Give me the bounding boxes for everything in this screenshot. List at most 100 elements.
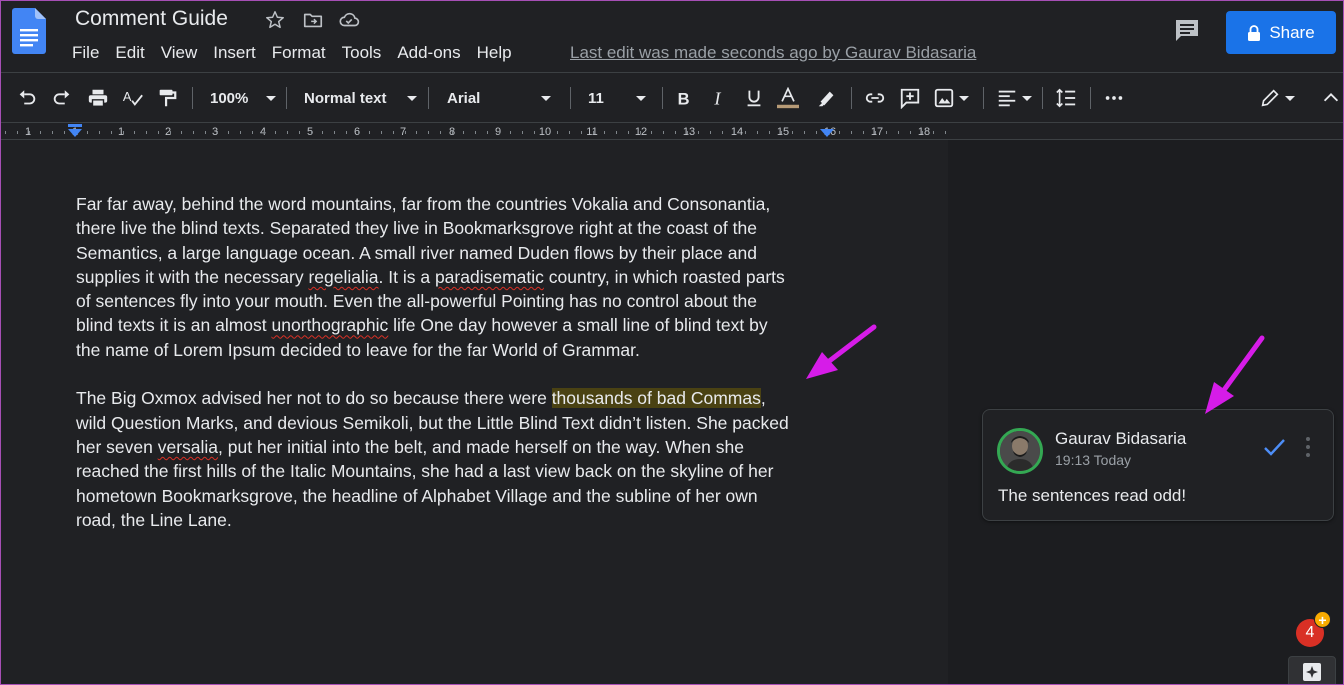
menu-add-ons[interactable]: Add-ons [389,42,468,64]
commented-text-highlight[interactable]: thousands of bad Commas [551,388,761,409]
font-select[interactable]: Arial [447,86,552,110]
chevron-up-icon[interactable] [1320,86,1342,110]
ruler-label: 12 [634,126,648,138]
paint-format-icon[interactable] [156,86,178,110]
insert-image-icon[interactable] [933,86,969,110]
more-vert-icon[interactable] [1305,436,1311,458]
text-run: The Big Oxmox advised her not to do so b… [76,388,552,409]
ruler-label: 11 [586,126,598,138]
explore-button[interactable] [1288,656,1336,685]
spelling-check-icon[interactable]: A [122,86,144,110]
comments-icon[interactable] [1172,16,1202,46]
menu-format[interactable]: Format [264,42,334,64]
ruler-tick [804,131,805,134]
lock-icon [1248,24,1261,41]
zoom-select[interactable]: 100% [210,86,277,110]
misspelled-word[interactable]: unorthographic [272,315,389,335]
toolbar-separator [428,87,429,109]
ruler-tick [240,131,241,134]
share-button[interactable]: Share [1226,11,1336,54]
ruler-tick [405,131,406,134]
menu-tools[interactable]: Tools [334,42,390,64]
right-indent-marker[interactable] [820,129,834,137]
ruler-tick [452,131,453,134]
font-size-select[interactable]: 11 [588,86,646,110]
menu-bar: File Edit View Insert Format Tools Add-o… [72,42,520,64]
more-options-icon[interactable] [1103,86,1125,110]
ruler-label: 4 [259,126,267,138]
insert-link-icon[interactable] [864,86,886,110]
ruler-tick [910,131,911,134]
misspelled-word[interactable]: versalia [158,437,218,457]
text-line: road, the Line Lane. [76,509,232,530]
ruler-tick [463,131,464,134]
ruler-tick [781,131,782,134]
ruler-tick [886,131,887,134]
ruler-tick [358,131,359,134]
font-size-value: 11 [588,89,604,107]
menu-view[interactable]: View [153,42,206,64]
chevron-down-icon [1022,95,1032,101]
zoom-value: 100% [210,89,249,107]
comment-text: The sentences read odd! [998,486,1187,505]
add-comment-icon[interactable] [899,86,921,110]
ruler-label: 9 [494,126,502,138]
menu-help[interactable]: Help [469,42,520,64]
text-color-icon[interactable] [777,86,799,110]
ruler[interactable]: 11123456789101112131415161718 [0,122,1344,140]
resolve-check-icon[interactable] [1261,434,1287,460]
ruler-tick [381,131,382,134]
ruler-tick [334,131,335,134]
ruler-tick [428,131,429,134]
ruler-tick [475,131,476,134]
left-indent-marker[interactable] [68,129,82,137]
first-line-indent-marker[interactable] [68,124,82,127]
ruler-label: 17 [870,126,884,138]
ruler-tick [499,131,500,134]
misspelled-word[interactable]: paradisematic [435,267,544,287]
style-select[interactable]: Normal text [304,86,417,110]
ruler-tick [792,131,793,134]
align-left-icon[interactable] [996,86,1032,110]
underline-icon[interactable] [743,86,765,110]
cloud-saved-icon[interactable] [338,9,360,31]
comment-card[interactable]: Gaurav Bidasaria 19:13 Today The sentenc… [982,409,1334,521]
misspelled-word[interactable]: regelialia [308,267,378,287]
redo-icon[interactable] [51,86,73,110]
toolbar-separator [1042,87,1043,109]
menu-edit[interactable]: Edit [107,42,152,64]
star-icon[interactable] [264,9,286,31]
text-line: of sentences fly into your mouth. Even t… [76,291,757,312]
chevron-down-icon [959,95,969,101]
bold-icon[interactable]: B [673,86,695,110]
text-run: , put her initial into the belt, and mad… [218,436,744,457]
ruler-tick [64,131,65,134]
italic-icon[interactable]: I [708,86,730,110]
ruler-tick [369,131,370,134]
ruler-tick [863,131,864,134]
text-line: her seven versalia, put her initial into… [76,435,836,459]
ruler-tick [264,131,265,134]
ruler-label: 18 [917,126,931,138]
menu-file[interactable]: File [72,42,107,64]
ruler-tick [40,131,41,134]
highlight-color-icon[interactable] [816,86,838,110]
document-title[interactable]: Comment Guide [73,7,230,31]
docs-logo-icon[interactable] [12,8,46,54]
font-value: Arial [447,89,481,107]
document-body[interactable]: Far far away, behind the word mountains,… [76,192,836,532]
ruler-tick [134,131,135,134]
ruler-tick [181,131,182,134]
menu-insert[interactable]: Insert [205,42,264,64]
last-edit-link[interactable]: Last edit was made seconds ago by Gaurav… [570,42,976,64]
ruler-tick [628,131,629,134]
line-spacing-icon[interactable] [1055,86,1077,110]
move-to-folder-icon[interactable] [302,9,324,31]
editing-mode-icon[interactable] [1259,86,1295,110]
toolbar-separator [662,87,663,109]
undo-icon[interactable] [16,86,38,110]
ruler-tick [875,131,876,134]
ruler-label: 6 [353,126,361,138]
ruler-tick [440,131,441,134]
print-icon[interactable] [87,86,109,110]
